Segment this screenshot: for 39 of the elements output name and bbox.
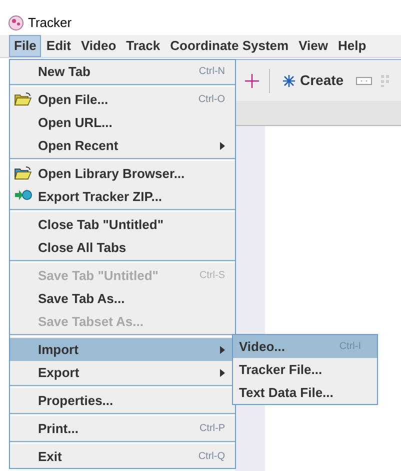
shortcut-label: Ctrl-N — [198, 65, 225, 79]
menu-option[interactable]: Tracker File... — [233, 358, 377, 381]
menu-item[interactable]: View — [294, 35, 333, 57]
menu-option[interactable]: Close Tab "Untitled" — [10, 213, 235, 236]
app-logo-icon — [8, 15, 24, 31]
menu-option[interactable]: Open Library Browser... — [10, 162, 235, 185]
shortcut-label: Ctrl-S — [199, 269, 225, 283]
shortcut-label: Ctrl-O — [198, 93, 225, 107]
menu-item[interactable]: Help — [333, 35, 372, 57]
menu-option[interactable]: Properties... — [10, 389, 235, 412]
submenu-arrow-icon — [220, 346, 225, 354]
menu-item[interactable]: Coordinate System — [165, 35, 294, 57]
menu-option[interactable]: Save Tab As... — [10, 287, 235, 310]
folder-icon — [14, 92, 32, 107]
window-title: Tracker — [28, 14, 72, 32]
submenu-arrow-icon — [220, 368, 225, 376]
menu-option[interactable]: Text Data File... — [233, 381, 377, 404]
menu-item[interactable]: Video — [76, 35, 122, 57]
menu-option[interactable]: Open Recent — [10, 134, 235, 157]
asterisk-icon — [282, 74, 296, 88]
crosshair-icon[interactable] — [243, 72, 261, 90]
menu-option[interactable]: Print... Ctrl-P — [10, 417, 235, 440]
menu-option[interactable]: Import — [10, 338, 235, 361]
menu-option[interactable]: Export — [10, 361, 235, 384]
menu-item[interactable]: File — [9, 35, 42, 57]
shortcut-label: Ctrl-Q — [198, 450, 225, 464]
menu-option[interactable]: Exit Ctrl-Q — [10, 445, 235, 468]
menu-option[interactable]: New Tab Ctrl-N — [10, 60, 235, 83]
ruler-icon[interactable] — [356, 76, 372, 86]
menu-option[interactable]: Open File... Ctrl-O — [10, 88, 235, 111]
menu-option[interactable]: Close All Tabs — [10, 236, 235, 259]
menu-item[interactable]: Edit — [41, 35, 76, 57]
arrow-globe-icon — [14, 189, 32, 201]
shortcut-label: Ctrl-P — [199, 422, 225, 436]
menu-option[interactable]: Export Tracker ZIP... — [10, 185, 235, 208]
menu-item[interactable]: Track — [121, 35, 166, 57]
folder-icon — [14, 166, 32, 181]
submenu-arrow-icon — [220, 142, 225, 150]
menu-option[interactable]: Open URL... — [10, 111, 235, 134]
